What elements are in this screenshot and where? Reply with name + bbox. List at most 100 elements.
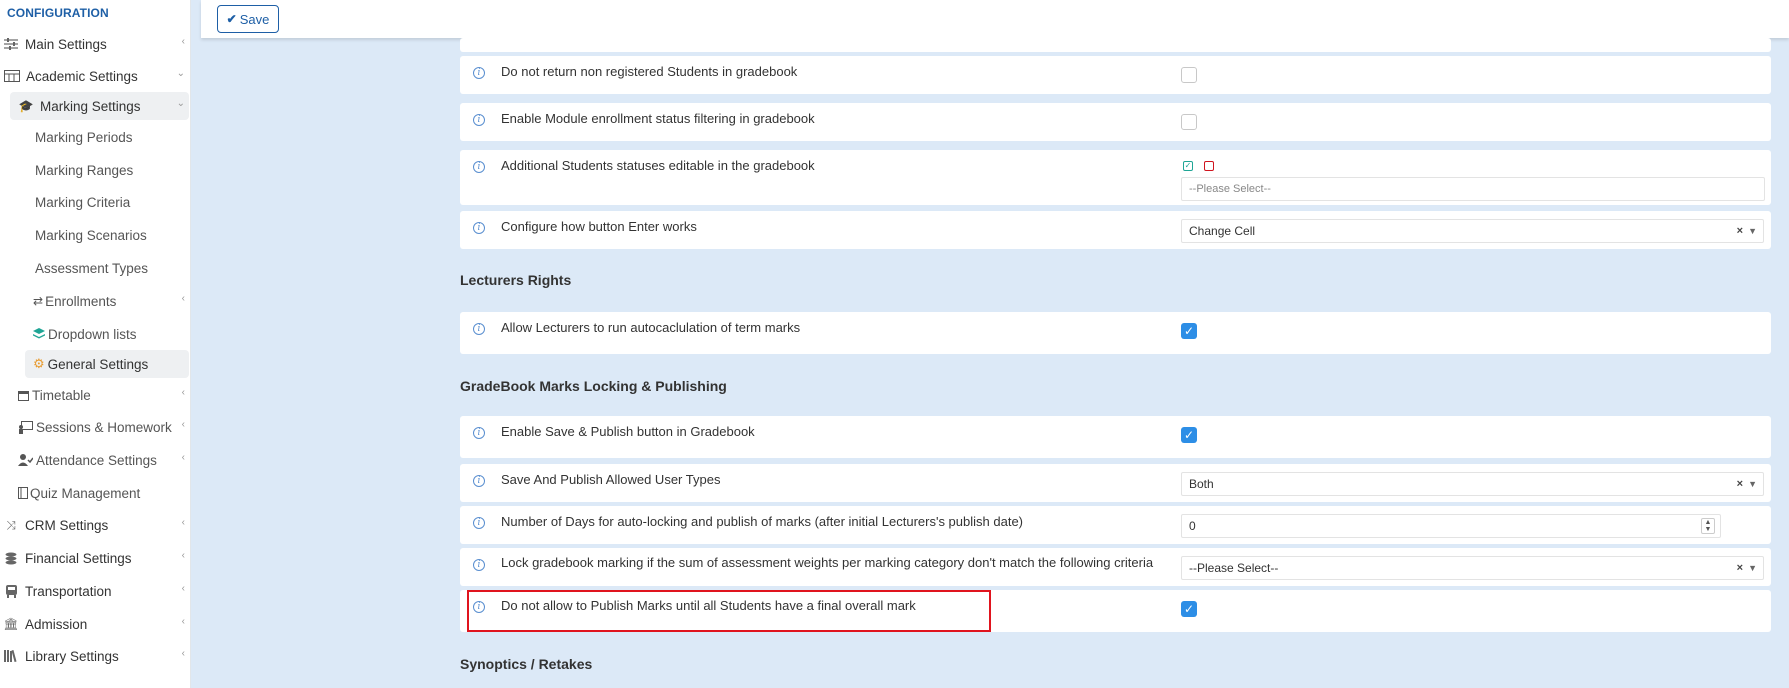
sidebar-item-label: Library Settings: [25, 648, 119, 664]
deselect-all-icon[interactable]: [1204, 161, 1214, 171]
sidebar-item-enrollments[interactable]: ⇄ Enrollments ‹: [33, 286, 190, 316]
sidebar-item-marking-scenarios[interactable]: Marking Scenarios: [35, 220, 190, 250]
sidebar-item-general-settings[interactable]: ⚙ General Settings: [33, 349, 190, 379]
sidebar-item-financial-settings[interactable]: Financial Settings ‹: [0, 543, 190, 573]
spinner-icon[interactable]: ▲ ▼: [1701, 518, 1715, 534]
setting-checkbox-checked[interactable]: ✓: [1181, 427, 1197, 443]
info-icon[interactable]: i: [473, 161, 485, 173]
highlight-annotation-box: [467, 590, 991, 632]
coins-icon: [2, 551, 20, 565]
bus-icon: [2, 584, 20, 598]
sidebar-item-transportation[interactable]: Transportation ‹: [0, 576, 190, 606]
sidebar-item-marking-settings[interactable]: 🎓 Marking Settings ⌄: [17, 91, 190, 121]
sidebar-item-timetable[interactable]: Timetable ‹: [18, 380, 190, 410]
sidebar-item-academic-settings[interactable]: Academic Settings ⌄: [0, 61, 190, 91]
chevron-down-icon: ⌄: [176, 68, 185, 79]
setting-label: Save And Publish Allowed User Types: [501, 472, 721, 487]
sidebar-item-label: Marking Ranges: [35, 162, 134, 178]
sidebar-item-marking-criteria[interactable]: Marking Criteria: [35, 187, 190, 217]
sidebar-header: CONFIGURATION: [7, 6, 109, 20]
setting-row: i Enable Module enrollment status filter…: [460, 103, 1771, 141]
sidebar-item-crm-settings[interactable]: ⤨ CRM Settings ‹: [0, 510, 190, 540]
info-icon[interactable]: i: [473, 475, 485, 487]
weights-criteria-select[interactable]: --Please Select-- × ▼: [1181, 556, 1764, 580]
sidebar-item-quiz-management[interactable]: Quiz Management: [18, 478, 190, 508]
sidebar-item-label: Assessment Types: [35, 260, 149, 276]
sidebar-item-marking-ranges[interactable]: Marking Ranges: [35, 155, 190, 185]
setting-checkbox[interactable]: [1181, 114, 1197, 130]
shuffle-icon: ⤨: [6, 517, 16, 532]
sidebar-item-assessment-types[interactable]: Assessment Types: [35, 253, 190, 283]
setting-label: Number of Days for auto-locking and publ…: [501, 514, 1023, 529]
setting-row: i Do not return non registered Students …: [460, 56, 1771, 94]
caret-down-icon[interactable]: ▼: [1748, 557, 1757, 579]
chevron-left-icon: ‹: [181, 648, 185, 659]
sidebar-item-label: Admission: [25, 616, 88, 632]
section-title-synoptics: Synoptics / Retakes: [460, 656, 593, 672]
sidebar-item-label: Main Settings: [25, 36, 107, 52]
table-icon: [3, 69, 21, 83]
info-icon[interactable]: i: [473, 517, 485, 529]
section-title-lecturers-rights: Lecturers Rights: [460, 272, 572, 288]
setting-label: Enable Save & Publish button in Gradeboo…: [501, 424, 755, 439]
sidebar-item-library-settings[interactable]: Library Settings ‹: [0, 641, 190, 671]
setting-checkbox-checked[interactable]: ✓: [1181, 601, 1197, 617]
user-check-icon: [18, 454, 33, 466]
sidebar-item-label: Marking Criteria: [35, 194, 131, 210]
days-number-input[interactable]: 0 ▲ ▼: [1181, 514, 1721, 538]
institution-icon: 🏛: [3, 617, 19, 631]
sidebar-item-label: Academic Settings: [26, 68, 138, 84]
chevron-left-icon: ‹: [181, 293, 185, 304]
setting-checkbox-checked[interactable]: ✓: [1181, 323, 1197, 339]
sidebar-item-main-settings[interactable]: Main Settings ‹: [0, 29, 190, 59]
sidebar-item-sessions-homework[interactable]: Sessions & Homework ‹: [18, 412, 190, 442]
chevron-left-icon: ‹: [181, 419, 185, 430]
chevron-left-icon: ‹: [181, 616, 185, 627]
allowed-user-types-select[interactable]: Both × ▼: [1181, 472, 1764, 496]
sidebar-item-label: Dropdown lists: [48, 326, 137, 342]
setting-row: i Save And Publish Allowed User Types Bo…: [460, 464, 1771, 502]
sidebar-item-label: Timetable: [32, 387, 91, 403]
sidebar-item-label: Enrollments: [45, 293, 117, 309]
chevron-left-icon: ‹: [181, 583, 185, 594]
sidebar-item-attendance-settings[interactable]: Attendance Settings ‹: [18, 445, 190, 475]
chevron-down-icon: ⌄: [176, 98, 185, 109]
setting-label: Lock gradebook marking if the sum of ass…: [501, 555, 1154, 570]
clear-icon[interactable]: ×: [1737, 220, 1743, 242]
info-icon[interactable]: i: [473, 323, 485, 335]
clear-icon[interactable]: ×: [1737, 557, 1743, 579]
save-button-label: Save: [239, 11, 270, 27]
setting-checkbox[interactable]: [1181, 67, 1197, 83]
caret-down-icon[interactable]: ▼: [1748, 473, 1757, 495]
presentation-icon: [18, 420, 33, 434]
setting-row: i Allow Lecturers to run autocaclulation…: [460, 312, 1771, 354]
info-icon[interactable]: i: [473, 427, 485, 439]
sidebar-item-label: Marking Settings: [40, 98, 141, 114]
select-value: Change Cell: [1189, 224, 1256, 238]
setting-label: Configure how button Enter works: [501, 219, 697, 234]
select-all-icon[interactable]: ✓: [1183, 161, 1193, 171]
sidebar-item-admission[interactable]: 🏛 Admission ‹: [0, 609, 190, 639]
layers-icon: [33, 328, 45, 340]
statuses-multiselect[interactable]: --Please Select--: [1181, 177, 1765, 201]
setting-label: Enable Module enrollment status filterin…: [501, 111, 815, 126]
save-button[interactable]: ✔ Save: [217, 5, 279, 33]
multiselect-placeholder: --Please Select--: [1189, 183, 1271, 195]
clear-icon[interactable]: ×: [1737, 473, 1743, 495]
sidebar-item-label: Marking Scenarios: [35, 227, 147, 243]
info-icon[interactable]: i: [473, 559, 485, 571]
caret-down-icon[interactable]: ▼: [1748, 220, 1757, 242]
setting-row: i Number of Days for auto-locking and pu…: [460, 506, 1771, 544]
info-icon[interactable]: i: [473, 67, 485, 79]
sidebar: CONFIGURATION Main Settings ‹ Academic S…: [0, 0, 191, 688]
setting-label: Do not return non registered Students in…: [501, 64, 798, 79]
chevron-left-icon: ‹: [181, 452, 185, 463]
check-icon: ✔: [226, 12, 237, 26]
enter-behavior-select[interactable]: Change Cell × ▼: [1181, 219, 1764, 243]
info-icon[interactable]: i: [473, 222, 485, 234]
notebook-icon: [18, 487, 28, 499]
sidebar-item-dropdown-lists[interactable]: Dropdown lists: [33, 319, 190, 349]
setting-label: Additional Students statuses editable in…: [501, 158, 815, 173]
sidebar-item-marking-periods[interactable]: Marking Periods: [35, 122, 190, 152]
info-icon[interactable]: i: [473, 114, 485, 126]
